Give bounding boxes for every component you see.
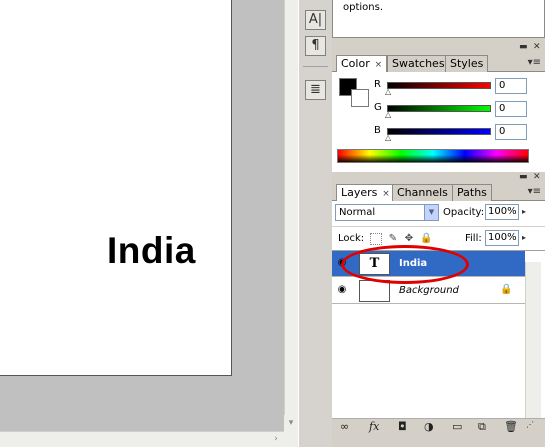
background-layer-thumbnail [359,280,390,302]
panel-dock-strip: A| ¶ ≣ [298,0,332,447]
minimize-icon[interactable]: ▬ [519,42,528,52]
color-panel-titlebar[interactable]: ▬ ✕ [332,42,545,54]
close-tab-icon[interactable]: × [372,60,383,70]
link-layers-icon[interactable]: ∞ [340,420,349,433]
tab-color[interactable]: Color × [336,55,388,73]
vertical-scrollbar[interactable] [284,0,298,431]
resize-grip-icon[interactable]: ⋰ [526,420,534,429]
fill-arrow-icon[interactable]: ▸ [522,230,532,246]
blue-slider[interactable] [387,128,491,135]
panel-menu-icon[interactable]: ▾≡ [528,186,541,197]
canvas-text-layer[interactable]: India [107,230,196,272]
fill-label: Fill: [465,233,482,244]
green-slider-thumb-icon[interactable]: △ [385,110,391,119]
info-panel: options. [332,0,545,38]
blue-channel-label: B [374,125,381,136]
red-slider[interactable] [387,82,491,89]
close-icon[interactable]: ✕ [533,42,541,52]
new-group-icon[interactable]: ▭ [452,420,462,433]
lock-transparent-icon[interactable] [370,233,382,245]
red-channel-label: R [374,79,381,90]
document-window: India ▾ › [0,0,298,447]
tab-swatches[interactable]: Swatches [387,55,450,72]
opacity-label: Opacity: [443,207,485,218]
layers-panel-tabs: Layers × Channels Paths ▾≡ [332,183,545,202]
green-channel-label: G [374,102,382,113]
blend-mode-select[interactable]: Normal ▼ [335,204,439,221]
info-text: options. [343,2,384,13]
scroll-corner [284,431,298,447]
lock-label: Lock: [338,233,365,244]
green-slider[interactable] [387,105,491,112]
notes-icon[interactable]: ≣ [305,80,326,100]
lock-all-icon[interactable]: 🔒 [420,233,432,245]
fx-icon[interactable]: fx [369,420,379,433]
blend-mode-value: Normal [339,207,376,218]
dock-divider [303,66,328,67]
background-color-swatch[interactable] [351,89,369,107]
close-icon[interactable]: ✕ [533,172,541,182]
close-tab-icon[interactable]: × [379,189,390,199]
panels-column: options. ▬ ✕ Color × Swatches Styles ▾≡ … [332,0,545,447]
document-canvas[interactable]: India [0,0,232,376]
tab-styles[interactable]: Styles [445,55,489,72]
divider [332,226,545,227]
color-spectrum-bar[interactable] [337,149,529,163]
trash-icon[interactable]: 🗑 [504,420,518,433]
fill-input[interactable]: 100% [485,230,519,246]
green-value-input[interactable]: 0 [495,101,527,117]
chevron-down-icon[interactable]: ▼ [424,205,438,220]
red-slider-thumb-icon[interactable]: △ [385,87,391,96]
eye-icon[interactable]: ◉ [335,283,349,297]
horizontal-scrollbar[interactable]: › [0,431,284,447]
adjustment-layer-icon[interactable]: ◑ [424,420,434,433]
layers-panel-body: Normal ▼ Opacity: 100% ▸ Lock: ✎ ✥ 🔒 Fil… [332,201,545,418]
lock-position-icon[interactable]: ✥ [403,233,415,245]
color-panel-body: R △ 0 G △ 0 B △ 0 [332,72,545,172]
scroll-right-icon[interactable]: › [268,432,284,447]
layers-scrollbar[interactable] [525,262,541,418]
paragraph-icon[interactable]: ¶ [305,36,326,56]
layers-bottom-toolbar: ∞ fx ◘ ◑ ▭ ⧉ 🗑 ⋰ [332,418,545,436]
layer-mask-icon[interactable]: ◘ [398,420,407,433]
blue-slider-thumb-icon[interactable]: △ [385,133,391,142]
blue-value-input[interactable]: 0 [495,124,527,140]
highlight-annotation-oval [341,245,469,284]
opacity-arrow-icon[interactable]: ▸ [522,204,532,220]
lock-image-icon[interactable]: ✎ [387,233,399,245]
tab-channels[interactable]: Channels [392,184,453,201]
red-value-input[interactable]: 0 [495,78,527,94]
opacity-input[interactable]: 100% [485,204,519,220]
layer-name-background[interactable]: Background [399,285,459,296]
color-panel-tabs: Color × Swatches Styles ▾≡ [332,54,545,73]
minimize-icon[interactable]: ▬ [519,172,528,182]
lock-icon: 🔒 [500,284,513,295]
new-layer-icon[interactable]: ⧉ [478,420,486,434]
panel-menu-icon[interactable]: ▾≡ [528,57,541,68]
character-icon[interactable]: A| [305,10,326,30]
scroll-down-icon[interactable]: ▾ [284,415,298,431]
tab-paths[interactable]: Paths [452,184,492,201]
tab-layers[interactable]: Layers × [336,184,395,202]
